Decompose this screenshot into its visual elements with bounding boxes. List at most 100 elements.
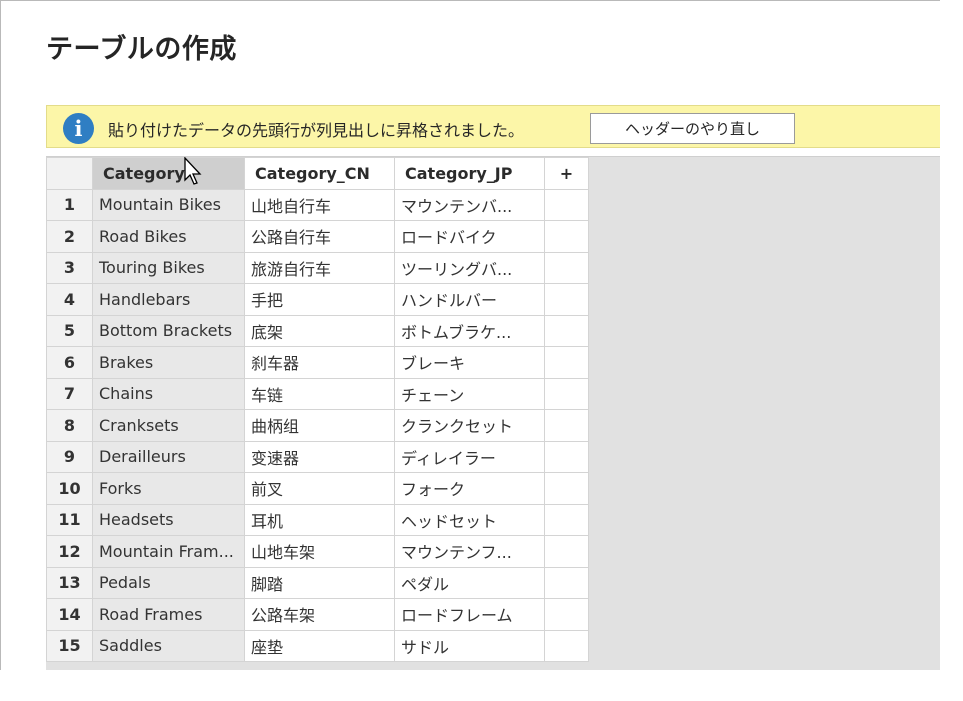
cell-category[interactable]: Road Frames [92, 598, 245, 631]
cell-category[interactable]: Pedals [92, 566, 245, 599]
cell-category-jp[interactable]: ブレーキ [394, 346, 545, 379]
row-number[interactable]: 11 [46, 503, 93, 536]
cell-empty[interactable] [544, 188, 589, 221]
cell-category-cn[interactable]: 公路车架 [244, 598, 395, 631]
cell-category-jp[interactable]: ロードフレーム [394, 598, 545, 631]
table-row: 13 Pedals 脚踏 ペダル [46, 566, 589, 599]
table-row: 1 Mountain Bikes 山地自行车 マウンテンバ... [46, 188, 589, 221]
cell-empty[interactable] [544, 220, 589, 253]
cell-category-jp[interactable]: マウンテンバ... [394, 188, 545, 221]
add-column-button[interactable]: + [544, 157, 589, 190]
cell-empty[interactable] [544, 283, 589, 316]
cell-category-cn[interactable]: 刹车器 [244, 346, 395, 379]
cell-category[interactable]: Mountain Bikes [92, 188, 245, 221]
cell-empty[interactable] [544, 377, 589, 410]
cell-category-jp[interactable]: フォーク [394, 472, 545, 505]
column-header-category-cn[interactable]: Category_CN [244, 157, 395, 190]
cell-category-jp[interactable]: ペダル [394, 566, 545, 599]
info-message: 貼り付けたデータの先頭行が列見出しに昇格されました。 [108, 121, 525, 140]
cell-category-jp[interactable]: クランクセット [394, 409, 545, 442]
cell-category-cn[interactable]: 手把 [244, 283, 395, 316]
cell-category[interactable]: Saddles [92, 629, 245, 662]
cell-category[interactable]: Mountain Fram... [92, 535, 245, 568]
cell-category-jp[interactable]: ハンドルバー [394, 283, 545, 316]
cell-category-jp[interactable]: ヘッドセット [394, 503, 545, 536]
cell-category-cn[interactable]: 车链 [244, 377, 395, 410]
table-row: 2 Road Bikes 公路自行车 ロードバイク [46, 220, 589, 253]
row-number[interactable]: 2 [46, 220, 93, 253]
cell-category-cn[interactable]: 底架 [244, 314, 395, 347]
row-number[interactable]: 14 [46, 598, 93, 631]
cell-category-cn[interactable]: 公路自行车 [244, 220, 395, 253]
cell-category-cn[interactable]: 脚踏 [244, 566, 395, 599]
table-row: 5 Bottom Brackets 底架 ボトムブラケ... [46, 314, 589, 347]
row-number[interactable]: 8 [46, 409, 93, 442]
header-row: Category Category_CN Category_JP + [46, 157, 589, 190]
cell-empty[interactable] [544, 629, 589, 662]
table-row: 10 Forks 前叉 フォーク [46, 472, 589, 505]
cell-category[interactable]: Touring Bikes [92, 251, 245, 284]
cell-category-jp[interactable]: チェーン [394, 377, 545, 410]
row-number[interactable]: 9 [46, 440, 93, 473]
cell-category-cn[interactable]: 座垫 [244, 629, 395, 662]
cell-empty[interactable] [544, 314, 589, 347]
info-icon: i [63, 113, 94, 144]
grid-corner[interactable] [46, 157, 93, 190]
cell-category-jp[interactable]: ボトムブラケ... [394, 314, 545, 347]
cell-category-cn[interactable]: 变速器 [244, 440, 395, 473]
cell-empty[interactable] [544, 503, 589, 536]
cell-category[interactable]: Chains [92, 377, 245, 410]
cell-empty[interactable] [544, 472, 589, 505]
cell-category-cn[interactable]: 旅游自行车 [244, 251, 395, 284]
cell-category-jp[interactable]: ツーリングバ... [394, 251, 545, 284]
cell-category-jp[interactable]: サドル [394, 629, 545, 662]
cell-empty[interactable] [544, 346, 589, 379]
cell-category-cn[interactable]: 前叉 [244, 472, 395, 505]
cell-empty[interactable] [544, 535, 589, 568]
row-number[interactable]: 1 [46, 188, 93, 221]
cell-empty[interactable] [544, 409, 589, 442]
row-number[interactable]: 13 [46, 566, 93, 599]
row-number[interactable]: 10 [46, 472, 93, 505]
row-number[interactable]: 12 [46, 535, 93, 568]
table-row: 8 Cranksets 曲柄组 クランクセット [46, 409, 589, 442]
cell-category-cn[interactable]: 耳机 [244, 503, 395, 536]
table-row: 6 Brakes 刹车器 ブレーキ [46, 346, 589, 379]
table-row: 14 Road Frames 公路车架 ロードフレーム [46, 598, 589, 631]
row-number[interactable]: 3 [46, 251, 93, 284]
data-grid: Category Category_CN Category_JP + 1 Moun… [46, 157, 589, 662]
row-number[interactable]: 5 [46, 314, 93, 347]
cell-empty[interactable] [544, 440, 589, 473]
cell-category-jp[interactable]: ロードバイク [394, 220, 545, 253]
cell-category-cn[interactable]: 山地车架 [244, 535, 395, 568]
cell-empty[interactable] [544, 598, 589, 631]
cell-empty[interactable] [544, 251, 589, 284]
info-bar: i 貼り付けたデータの先頭行が列見出しに昇格されました。 ヘッダーのやり直し [46, 105, 940, 148]
cell-category-cn[interactable]: 山地自行车 [244, 188, 395, 221]
cell-category[interactable]: Derailleurs [92, 440, 245, 473]
cell-category[interactable]: Brakes [92, 346, 245, 379]
cell-category-jp[interactable]: マウンテンフ... [394, 535, 545, 568]
cell-empty[interactable] [544, 566, 589, 599]
cell-category-cn[interactable]: 曲柄组 [244, 409, 395, 442]
cell-category-jp[interactable]: ディレイラー [394, 440, 545, 473]
table-row: 9 Derailleurs 变速器 ディレイラー [46, 440, 589, 473]
cell-category[interactable]: Bottom Brackets [92, 314, 245, 347]
cell-category[interactable]: Cranksets [92, 409, 245, 442]
cell-category[interactable]: Handlebars [92, 283, 245, 316]
cell-category[interactable]: Forks [92, 472, 245, 505]
row-number[interactable]: 15 [46, 629, 93, 662]
row-number[interactable]: 4 [46, 283, 93, 316]
cell-category[interactable]: Headsets [92, 503, 245, 536]
grid-body: 1 Mountain Bikes 山地自行车 マウンテンバ... 2 Road Bikes… [46, 188, 589, 662]
table-row: 7 Chains 车链 チェーン [46, 377, 589, 410]
column-header-category-jp[interactable]: Category_JP [394, 157, 545, 190]
redo-header-button[interactable]: ヘッダーのやり直し [590, 113, 795, 144]
row-number[interactable]: 6 [46, 346, 93, 379]
table-row: 11 Headsets 耳机 ヘッドセット [46, 503, 589, 536]
row-number[interactable]: 7 [46, 377, 93, 410]
table-row: 3 Touring Bikes 旅游自行车 ツーリングバ... [46, 251, 589, 284]
cell-category[interactable]: Road Bikes [92, 220, 245, 253]
column-header-category[interactable]: Category [92, 157, 245, 190]
create-table-dialog: テーブルの作成 i 貼り付けたデータの先頭行が列見出しに昇格されました。 ヘッダ… [0, 0, 940, 670]
